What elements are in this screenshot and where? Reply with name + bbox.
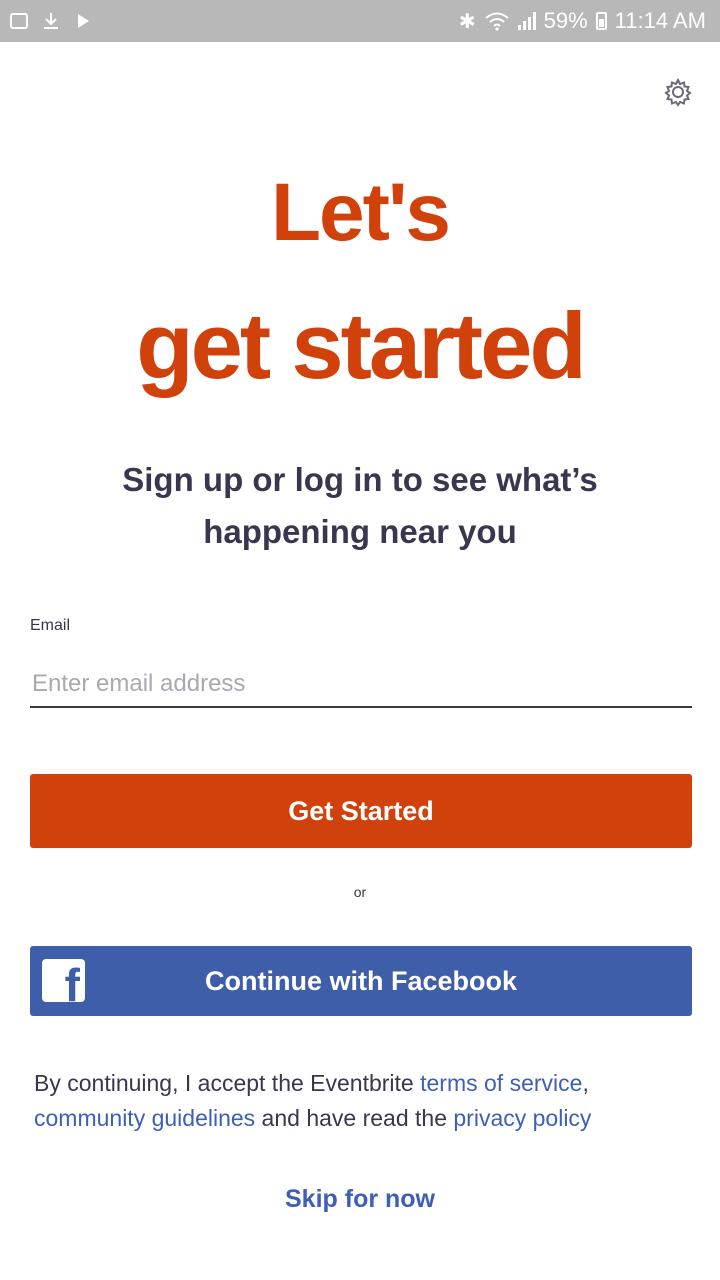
status-bar-notifications bbox=[8, 4, 94, 38]
email-label: Email bbox=[30, 617, 71, 634]
status-bar: ✱ 59% 11:14 AM bbox=[0, 0, 720, 42]
subtitle: Sign up or log in to see what’s happenin… bbox=[122, 461, 598, 550]
legal-sep: , bbox=[582, 1070, 589, 1096]
headline-get-started: get started bbox=[136, 293, 587, 398]
skip-for-now-link[interactable]: Skip for now bbox=[0, 1185, 720, 1214]
notification-icon bbox=[10, 13, 28, 29]
email-field[interactable] bbox=[30, 662, 692, 708]
facebook-icon: f bbox=[42, 959, 85, 1002]
download-icon bbox=[44, 13, 58, 29]
get-started-label: Get Started bbox=[288, 795, 434, 826]
battery-icon bbox=[595, 12, 607, 30]
get-started-button[interactable]: Get Started bbox=[30, 774, 692, 848]
wifi-icon bbox=[484, 12, 509, 31]
clock: 11:14 AM bbox=[614, 8, 706, 33]
headline-lets: Let's bbox=[270, 167, 451, 258]
community-guidelines-link[interactable]: community guidelines bbox=[34, 1105, 255, 1131]
continue-with-facebook-button[interactable]: f Continue with Facebook bbox=[30, 946, 692, 1016]
play-icon bbox=[78, 14, 89, 28]
legal-text: By continuing, I accept the Eventbrite t… bbox=[34, 1066, 684, 1136]
gear-icon bbox=[664, 77, 692, 107]
bluetooth-icon: ✱ bbox=[458, 10, 476, 33]
or-divider: or bbox=[353, 884, 367, 900]
terms-of-service-link[interactable]: terms of service bbox=[420, 1070, 582, 1096]
battery-percent: 59% bbox=[543, 8, 588, 33]
settings-button[interactable] bbox=[660, 74, 696, 110]
legal-prefix: By continuing, I accept the Eventbrite bbox=[34, 1070, 421, 1096]
privacy-policy-link[interactable]: privacy policy bbox=[453, 1105, 591, 1131]
signal-icon bbox=[517, 12, 536, 30]
status-bar-system: ✱ 59% 11:14 AM bbox=[459, 4, 706, 38]
facebook-label: Continue with Facebook bbox=[204, 965, 517, 996]
legal-middle: and have read the bbox=[255, 1105, 454, 1131]
